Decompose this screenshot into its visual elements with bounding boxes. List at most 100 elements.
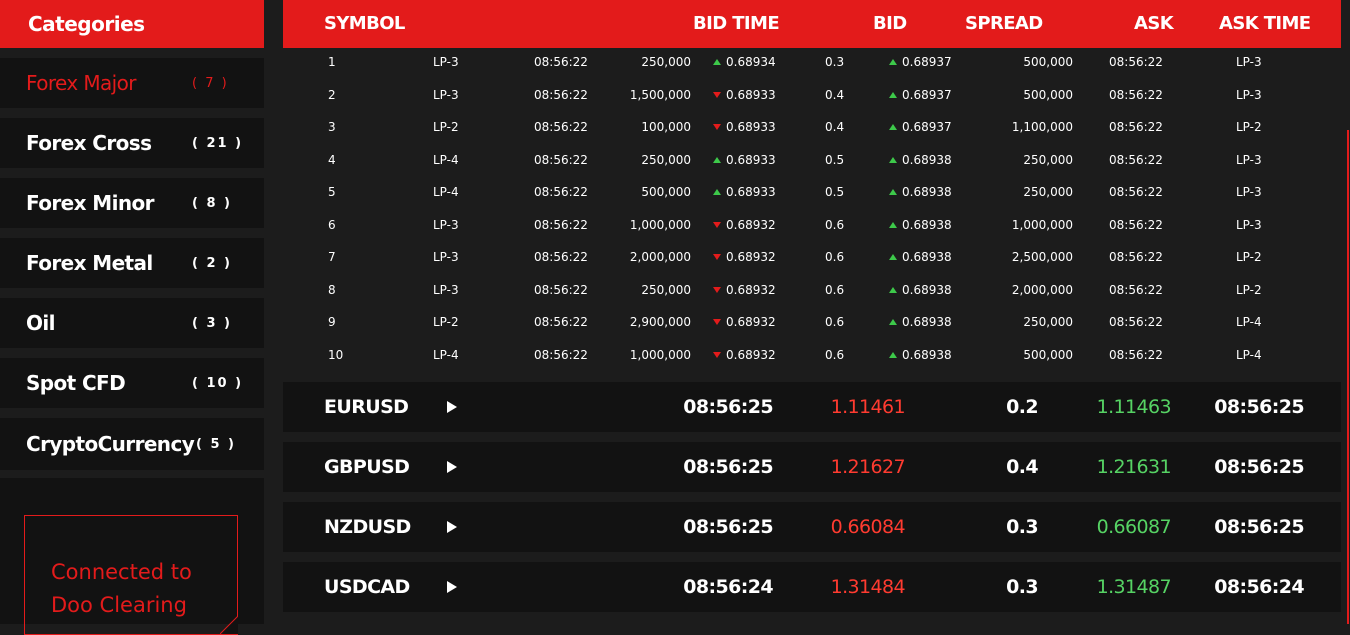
quote-row-usdcad[interactable]: USDCAD 08:56:24 1.31484 0.3 1.31487 08:56:24 [283,562,1341,612]
depth-ask-volume: 1,000,000 [983,218,1073,232]
depth-spread-value: 0.6 [825,282,845,297]
category-forex-metal[interactable]: Forex Metal ( 2 ) [0,238,264,288]
category-cryptocurrency[interactable]: CryptoCurrency ( 5 ) [0,418,264,470]
depth-ask-time-value: 08:56:22 [1109,282,1163,297]
depth-ask-price-value: 0.68937 [902,87,952,102]
header-bid-time[interactable]: BID TIME [693,13,780,34]
header-bid[interactable]: BID [873,13,907,34]
quote-ask-time: 08:56:25 [1214,456,1304,478]
header-symbol[interactable]: SYMBOL [324,13,405,34]
scrollbar[interactable] [1347,130,1349,624]
category-forex-cross[interactable]: Forex Cross ( 21 ) [0,118,264,168]
quote-row-nzdusd[interactable]: NZDUSD 08:56:25 0.66084 0.3 0.66087 08:56:25 [283,502,1341,552]
category-forex-major[interactable]: Forex Major ( 7 ) [0,58,264,108]
depth-bid-time: 08:56:22 [534,153,588,167]
depth-bid-time-value: 08:56:22 [534,152,588,167]
depth-ask-volume-value: 2,500,000 [1011,250,1073,264]
depth-level-value: 9 [328,315,336,329]
category-count: ( 3 ) [192,315,232,331]
depth-bid-volume-value: 1,000,000 [629,217,691,232]
depth-lp-ask: LP-2 [1236,250,1262,264]
quote-bid-time: 08:56:25 [683,396,773,418]
depth-ask-time-value: 08:56:22 [1109,87,1163,102]
depth-row: 10 LP-4 08:56:22 1,000,000 0.68932 0.6 0.68938… [283,342,1347,374]
quote-symbol: USDCAD [324,576,410,598]
depth-level: 2 [328,88,336,102]
arrow-up-icon [889,351,897,358]
depth-ask-volume: 500,000 [983,348,1073,362]
category-count: ( 2 ) [192,255,232,271]
depth-lp-ask: LP-4 [1236,315,1262,329]
depth-spread: 0.6 [825,348,844,362]
quote-row-gbpusd[interactable]: GBPUSD 08:56:25 1.21627 0.4 1.21631 08:56:25 [283,442,1341,492]
depth-ask-time: 08:56:22 [1109,250,1163,264]
arrow-up-icon [713,156,721,163]
depth-level: 7 [328,250,336,264]
depth-bid-price-value: 0.68932 [726,347,776,362]
expand-play-icon[interactable] [447,461,457,473]
depth-ask-price-value: 0.68937 [902,55,952,69]
category-forex-minor[interactable]: Forex Minor ( 8 ) [0,178,264,228]
depth-ask-time: 08:56:22 [1109,120,1163,134]
depth-bid-time-value: 08:56:22 [534,347,588,362]
depth-ask-time: 08:56:22 [1109,185,1163,199]
arrow-up-icon [889,156,897,163]
depth-spread: 0.3 [825,55,844,69]
depth-ask-price-value: 0.68938 [902,315,952,329]
depth-ask-volume: 250,000 [983,315,1073,329]
depth-bid-time: 08:56:22 [534,348,588,362]
depth-ask-price-value: 0.68938 [902,250,952,264]
depth-spread-value: 0.6 [825,217,845,232]
table-header: SYMBOL BID TIME BID SPREAD ASK ASK TIME [283,0,1341,48]
depth-ask-price-value: 0.68938 [902,282,952,297]
header-spread[interactable]: SPREAD [965,13,1043,34]
depth-lp-bid-value: LP-3 [433,282,459,297]
depth-bid-volume-value: 2,900,000 [629,315,691,329]
expand-play-icon[interactable] [447,521,457,533]
depth-bid-volume-value: 250,000 [641,152,691,167]
arrow-down-icon [713,221,721,228]
depth-bid-time-value: 08:56:22 [534,185,588,199]
quote-row-eurusd[interactable]: EURUSD 08:56:25 1.11461 0.2 1.11463 08:56:25 [283,382,1341,432]
depth-lp-bid: LP-4 [433,348,459,362]
expand-play-icon[interactable] [447,581,457,593]
depth-bid-volume: 1,500,000 [603,88,691,102]
depth-ask-time: 08:56:22 [1109,283,1163,297]
depth-lp-ask: LP-3 [1236,55,1262,69]
quote-ask: 1.21631 [1096,456,1172,478]
depth-row: 7 LP-3 08:56:22 2,000,000 0.68932 0.6 0.68938 2… [283,244,1347,276]
depth-spread-value: 0.5 [825,152,845,167]
depth-level: 8 [328,283,336,297]
expand-play-icon[interactable] [447,401,457,413]
arrow-up-icon [889,221,897,228]
depth-lp-ask-value: LP-3 [1236,152,1262,167]
quote-symbol: GBPUSD [324,456,410,478]
depth-bid-price: 0.68932 [713,283,776,297]
depth-lp-bid: LP-3 [433,250,459,264]
depth-bid-volume-value: 1,500,000 [629,87,691,102]
depth-ask-price-value: 0.68938 [902,185,952,199]
depth-bid-price-value: 0.68933 [726,87,776,102]
header-ask[interactable]: ASK [1134,13,1174,34]
depth-ask-time-value: 08:56:22 [1109,120,1163,134]
depth-ask-time-value: 08:56:22 [1109,55,1163,69]
depth-row: 6 LP-3 08:56:22 1,000,000 0.68932 0.6 0.68938 1… [283,212,1347,244]
depth-lp-bid: LP-3 [433,283,459,297]
category-label: Forex Minor [26,191,154,215]
arrow-down-icon [713,124,721,130]
category-count: ( 5 ) [196,436,236,452]
depth-bid-price: 0.68932 [713,250,776,264]
depth-bid-price-value: 0.68932 [726,217,776,232]
category-oil[interactable]: Oil ( 3 ) [0,298,264,348]
depth-bid-price-value: 0.68933 [726,120,776,134]
category-spot-cfd[interactable]: Spot CFD ( 10 ) [0,358,264,408]
category-label: Forex Metal [26,251,153,275]
depth-ask-volume: 2,000,000 [983,283,1073,297]
category-count: ( 10 ) [192,375,244,391]
header-ask-time[interactable]: ASK TIME [1219,13,1311,34]
depth-bid-volume: 1,000,000 [603,218,691,232]
depth-bid-time-value: 08:56:22 [534,282,588,297]
depth-ask-price: 0.68938 [889,315,952,329]
depth-ask-time: 08:56:22 [1109,88,1163,102]
quote-ask: 1.11463 [1096,396,1172,418]
